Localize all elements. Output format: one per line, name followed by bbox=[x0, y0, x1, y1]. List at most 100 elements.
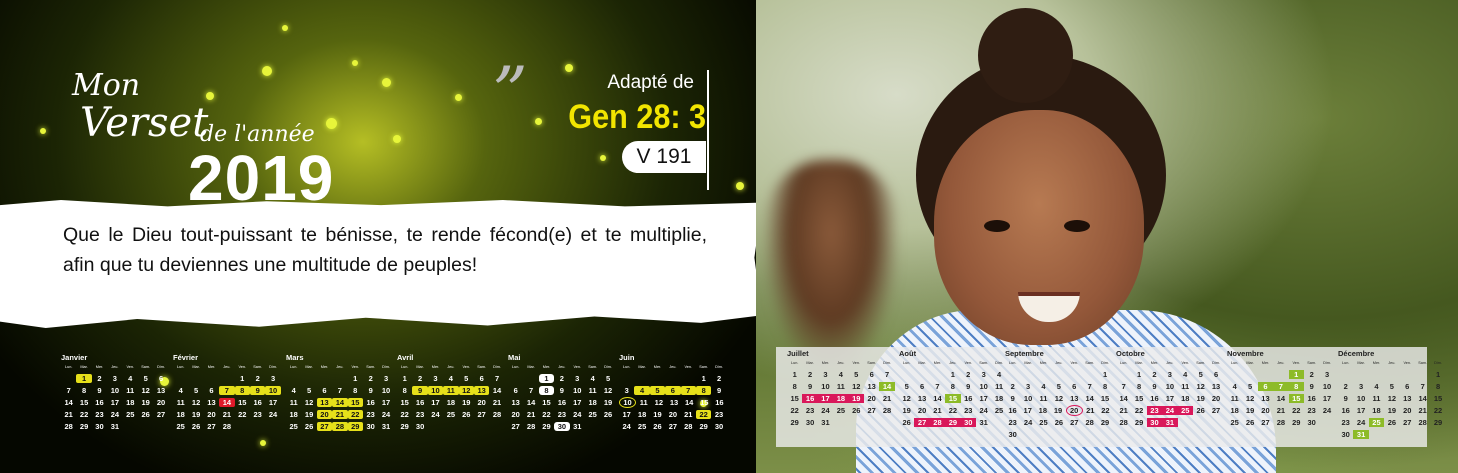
day-header: Jeu. bbox=[111, 365, 119, 369]
calendar-day: 20 bbox=[156, 397, 166, 407]
calendar-day: 23 bbox=[805, 405, 815, 415]
calendar-day: 24 bbox=[1322, 405, 1332, 415]
calendar-month: Mai Lun. Mar. Mer. Jeu. Ven. Sam. Dim. 1 2 3 4 5 6 7 8 9… bbox=[508, 353, 616, 432]
week-row: 18 19 20 21 22 23 24 bbox=[286, 408, 394, 420]
calendar-day: 11 bbox=[836, 381, 845, 391]
calendar-day: 3 bbox=[624, 385, 629, 395]
calendar-day: 22 bbox=[79, 409, 89, 419]
calendar-day: 11 bbox=[1181, 381, 1190, 391]
calendar-day: 3 bbox=[1359, 381, 1364, 391]
day-header: Sam. bbox=[699, 365, 709, 369]
calendar-day: 16 bbox=[1150, 393, 1159, 403]
week-row: 12 345 bbox=[508, 372, 616, 384]
week-row: 123 456 bbox=[61, 372, 169, 384]
day-header: Mer. bbox=[207, 365, 216, 369]
day-header: Mer. bbox=[1039, 361, 1048, 365]
week-row: 9 10 11 12 13 14 15 bbox=[1338, 392, 1446, 404]
week-row: 11 12 13 14 15 16 17 bbox=[173, 396, 281, 408]
calendar-day: 20 bbox=[1403, 405, 1412, 415]
week-row: 123 bbox=[173, 372, 281, 384]
calendar-day: 6 bbox=[158, 373, 164, 383]
day-header: Dim. bbox=[157, 365, 165, 369]
calendar-day: 6 bbox=[209, 385, 214, 395]
calendar-day: 6 bbox=[1257, 381, 1274, 391]
calendar-day: 14 bbox=[219, 397, 235, 407]
day-header: Mar. bbox=[806, 361, 814, 365]
calendar-day: 14 bbox=[64, 397, 73, 407]
week-row: 15 16 17 18 19 20 21 bbox=[787, 392, 895, 404]
week-row: 21 22 23 24 25 26 27 bbox=[1116, 404, 1224, 416]
day-header: Dim. bbox=[382, 365, 390, 369]
calendar-day: 23 bbox=[366, 409, 375, 419]
calendar-day: 7 bbox=[529, 385, 534, 395]
calendar-day: 30 bbox=[1146, 417, 1163, 427]
week-row: 13 14 15 16 17 18 19 bbox=[508, 396, 616, 408]
calendar-day: 11 bbox=[639, 397, 648, 407]
calendar-day: 28 bbox=[1119, 417, 1128, 427]
calendar-day: 17 bbox=[268, 397, 278, 407]
calendar-day: 28 bbox=[222, 421, 232, 431]
day-header: Ven. bbox=[1292, 361, 1301, 365]
calendar-day: 9 bbox=[966, 381, 971, 391]
calendar-day: 29 bbox=[1134, 417, 1144, 427]
calendar-day: 4 bbox=[590, 373, 595, 383]
day-header: Mer. bbox=[95, 365, 104, 369]
day-headers: Lun. Mar. Mer. Jeu. Ven. Sam. Dim. bbox=[508, 365, 616, 369]
day-header: Sam. bbox=[979, 361, 989, 365]
calendar-day: 5 bbox=[307, 385, 312, 395]
calendar-day: 28 bbox=[684, 421, 693, 431]
week-row: 16 17 18 19 20 21 22 bbox=[1338, 404, 1446, 416]
calendar-day: 24 bbox=[1023, 417, 1033, 427]
week-row: 14 15 16 17 18 19 20 bbox=[61, 396, 169, 408]
week-row: 18 19 20 21 22 23 24 bbox=[173, 408, 281, 420]
calendar-day: 29 bbox=[79, 421, 89, 431]
calendar-day: 4 bbox=[291, 385, 296, 395]
calendar-day: 31 bbox=[381, 421, 391, 431]
month-name: Octobre bbox=[1116, 349, 1145, 358]
week-row: 20 21 22 23 24 25 26 bbox=[508, 408, 616, 420]
day-header: Lun. bbox=[903, 361, 911, 365]
calendar-day: 30 bbox=[805, 417, 815, 427]
calendar-day: 5 bbox=[904, 381, 909, 391]
calendar-day: 3 bbox=[1167, 369, 1172, 379]
calendar-day: 18 bbox=[1038, 405, 1048, 415]
calendar-day: 15 bbox=[1100, 393, 1110, 403]
calendar-day: 24 bbox=[979, 405, 988, 415]
calendar-day: 1 bbox=[792, 369, 797, 379]
calendar-day: 25 bbox=[176, 421, 185, 431]
calendar-day: 6 bbox=[665, 385, 681, 395]
bokeh-light bbox=[393, 135, 401, 143]
day-header: Jeu. bbox=[1055, 361, 1063, 365]
calendar-day: 5 bbox=[1248, 381, 1253, 391]
week-row: 22 23 24 25 26 27 28 bbox=[397, 408, 505, 420]
week-row: 8 9 10 11 12 13 14 bbox=[787, 380, 895, 392]
calendar-day: 5 bbox=[1389, 381, 1394, 391]
calendar-day: 21 bbox=[492, 397, 502, 407]
calendar-day: 30 bbox=[554, 421, 570, 431]
day-header: Jeu. bbox=[1388, 361, 1396, 365]
day-headers: Lun. Mar. Mer. Jeu. Ven. Sam. Dim. bbox=[1338, 361, 1446, 365]
calendar-month: Janvier Lun. Mar. Mer. Jeu. Ven. Sam. Dim. 1 2 3 4 5… bbox=[61, 353, 169, 432]
calendar-day: 10 bbox=[1023, 393, 1033, 403]
calendar-day: 14 bbox=[684, 397, 694, 407]
calendar-day: 22 bbox=[1433, 405, 1443, 415]
week-row: 123 bbox=[1227, 368, 1335, 380]
calendar-day: 28 bbox=[1276, 417, 1286, 427]
calendar-day: 7 bbox=[1087, 381, 1092, 391]
calendar-day: 17 bbox=[110, 397, 120, 407]
day-header: Mer. bbox=[653, 365, 662, 369]
calendar-day: 4 bbox=[1041, 381, 1046, 391]
girl-eye bbox=[984, 220, 1010, 232]
calendar-day: 13 bbox=[867, 381, 876, 391]
calendar-day: 10 bbox=[110, 385, 120, 395]
calendar-day: 25 bbox=[1368, 417, 1385, 427]
calendar-day: 21 bbox=[64, 409, 73, 419]
calendar-day: 23 bbox=[253, 409, 262, 419]
calendar-day: 1 bbox=[1102, 369, 1108, 379]
calendar-day: 21 bbox=[882, 393, 892, 403]
calendar-day: 2 bbox=[1010, 381, 1015, 391]
calendar-day: 29 bbox=[347, 421, 363, 431]
calendar-day: 30 bbox=[415, 421, 425, 431]
calendar-month: Mars Lun. Mar. Mer. Jeu. Ven. Sam. Dim. 1 2 3 4 5 6 7 8… bbox=[286, 353, 394, 432]
calendar-day: 13 bbox=[156, 385, 166, 395]
